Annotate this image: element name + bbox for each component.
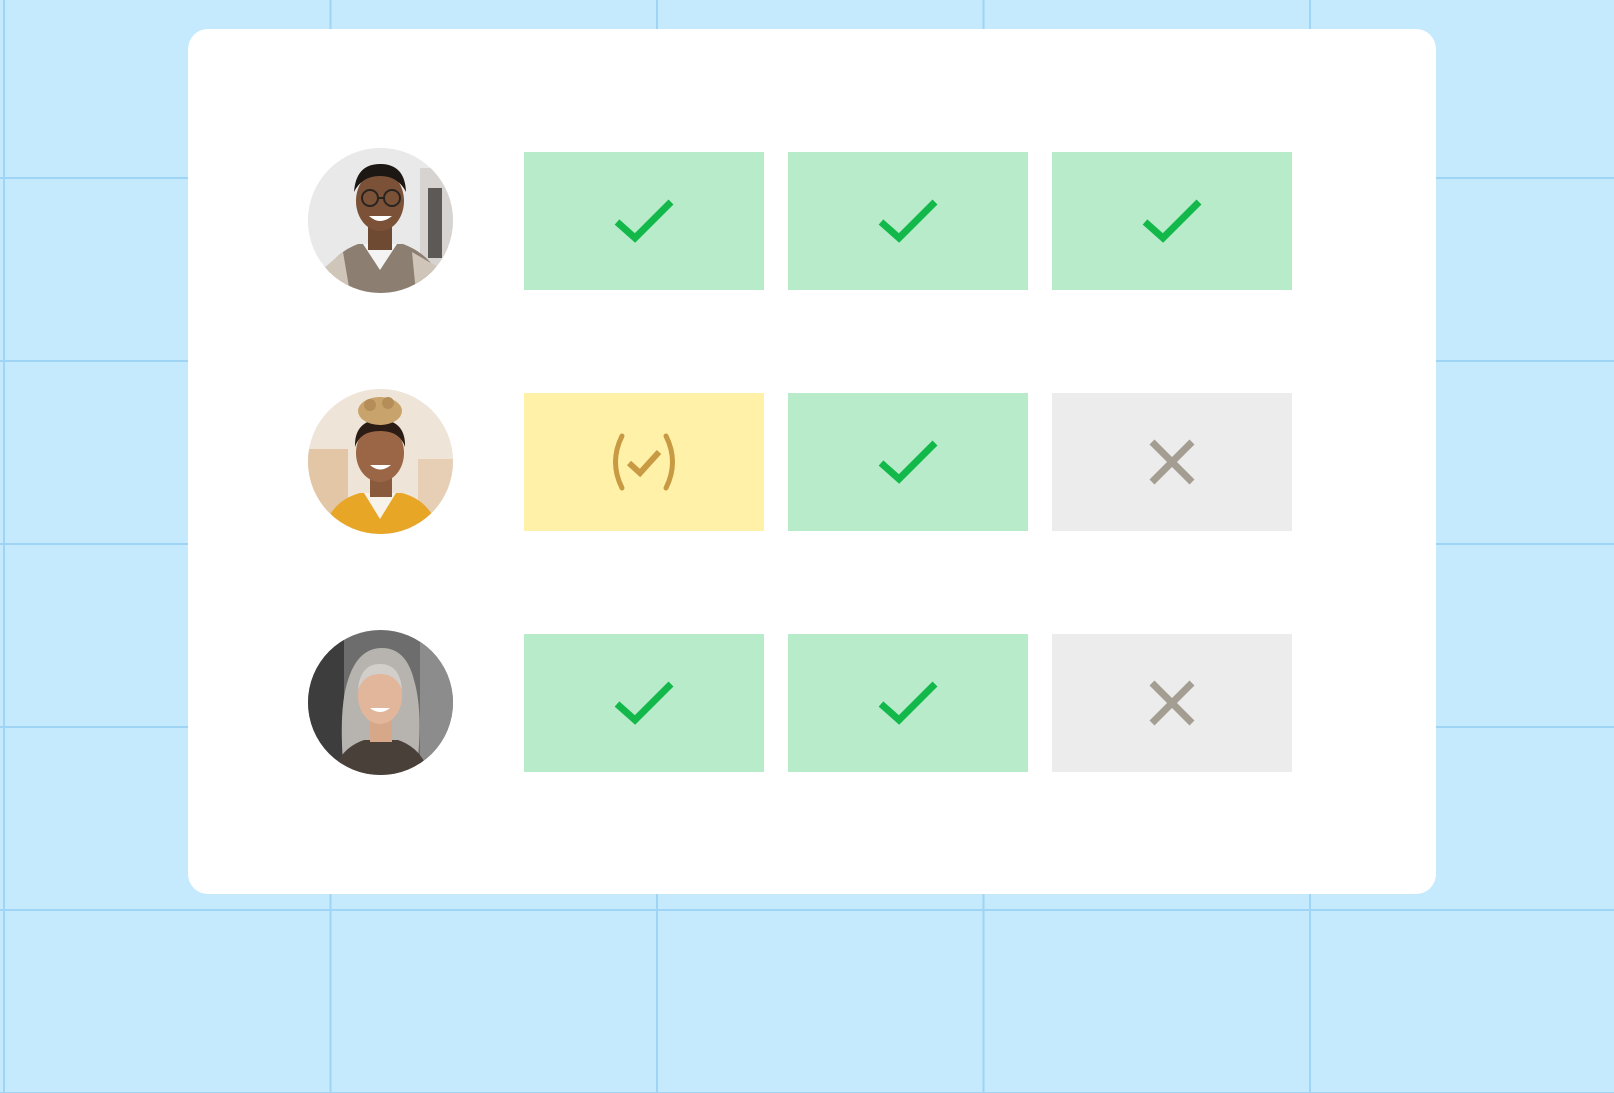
- status-cell-partial[interactable]: [524, 393, 764, 531]
- check-icon: [877, 437, 939, 487]
- avatar-woman-gray-hair: [308, 630, 453, 775]
- check-icon: [1141, 196, 1203, 246]
- status-cell-approved[interactable]: [788, 152, 1028, 290]
- avatar-young-man-glasses: [308, 148, 453, 293]
- status-cell-approved[interactable]: [788, 393, 1028, 531]
- check-icon: [877, 196, 939, 246]
- status-cell-rejected[interactable]: [1052, 634, 1292, 772]
- person-row: [188, 630, 1436, 775]
- partial-check-icon: [607, 432, 681, 492]
- x-icon: [1148, 438, 1196, 486]
- person-row: [188, 389, 1436, 534]
- person-row: [188, 148, 1436, 293]
- check-icon: [613, 196, 675, 246]
- check-icon: [877, 678, 939, 728]
- avatar-woman-curly-bun: [308, 389, 453, 534]
- status-cell-rejected[interactable]: [1052, 393, 1292, 531]
- status-cell-approved[interactable]: [788, 634, 1028, 772]
- status-cell-approved[interactable]: [524, 634, 764, 772]
- approval-matrix-card: [188, 29, 1436, 894]
- check-icon: [613, 678, 675, 728]
- x-icon: [1148, 679, 1196, 727]
- status-cell-approved[interactable]: [1052, 152, 1292, 290]
- status-cell-approved[interactable]: [524, 152, 764, 290]
